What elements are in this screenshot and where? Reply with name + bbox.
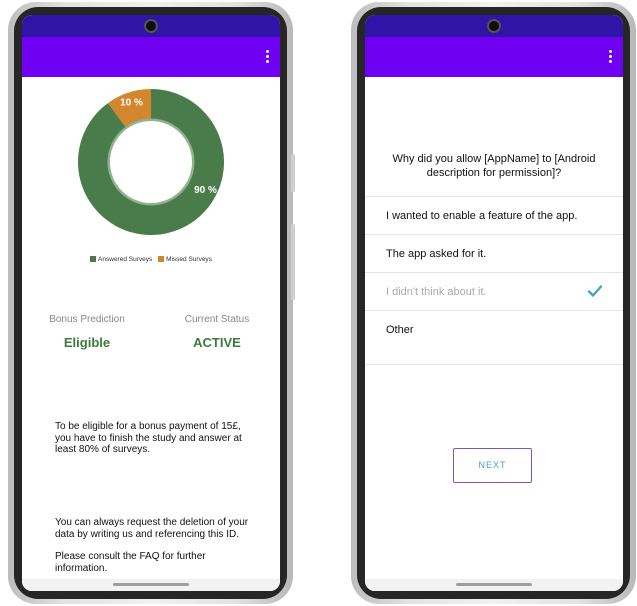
more-vert-icon[interactable] [605,50,615,64]
option-other[interactable]: Other [365,311,623,365]
survey-donut-chart: 90 % 10 % [77,89,224,236]
legend-label-missed: Missed Surveys [166,256,212,263]
dashboard-content: 90 % 10 % Answered Surveys Missed Surveys… [22,77,280,591]
chart-legend: Answered Surveys Missed Surveys [22,256,280,263]
option-app-asked[interactable]: The app asked for it. [365,235,623,273]
donut-label-answered: 90 % [194,185,217,196]
power-button [291,154,295,192]
dashboard-screen: 90 % 10 % Answered Surveys Missed Surveys… [22,15,280,591]
more-vert-icon[interactable] [262,50,272,64]
donut-label-missed: 10 % [120,98,143,109]
donut-hole [110,121,192,203]
deletion-text: You can always request the deletion of y… [55,517,249,540]
faq-text: Please consult the FAQ for further infor… [55,551,206,574]
option-didnt-think[interactable]: I didn't think about it. [365,273,623,311]
front-camera [487,19,501,33]
legend-label-answered: Answered Surveys [98,256,153,263]
bonus-prediction: Bonus Prediction Eligible [32,314,142,350]
phone-frame-right: Why did you allow [AppName] to [Android … [351,2,636,604]
current-status: Current Status ACTIVE [162,314,272,350]
navigation-bar [365,579,623,591]
current-status-value: ACTIVE [193,335,241,350]
eligibility-text: To be eligible for a bonus payment of 15… [55,421,242,455]
home-gesture-handle[interactable] [456,583,532,586]
legend-swatch-answered [90,256,97,262]
survey-question: Why did you allow [AppName] to [Android … [392,153,596,179]
bonus-prediction-label: Bonus Prediction [49,314,125,325]
option-label: Other [386,324,414,336]
survey-content: Why did you allow [AppName] to [Android … [365,77,623,591]
phone-frame-left: 90 % 10 % Answered Surveys Missed Surveys… [8,2,295,604]
check-icon [587,285,603,297]
survey-screen: Why did you allow [AppName] to [Android … [365,15,623,591]
home-gesture-handle[interactable] [113,583,189,586]
app-bar [365,37,623,77]
status-bar [365,15,623,37]
bonus-prediction-value: Eligible [63,335,111,350]
option-enable-feature[interactable]: I wanted to enable a feature of the app. [365,197,623,235]
next-button[interactable]: NEXT [453,448,532,483]
legend-item-answered: Answered Surveys [90,256,152,263]
legend-swatch-missed [158,256,165,262]
option-label: The app asked for it. [386,248,487,260]
front-camera [144,19,158,33]
legend-item-missed: Missed Surveys [158,256,212,263]
option-label: I didn't think about it. [386,286,487,298]
volume-button [291,224,295,300]
current-status-label: Current Status [184,314,250,325]
answer-options: I wanted to enable a feature of the app.… [365,196,623,365]
status-bar [22,15,280,37]
navigation-bar [22,579,280,591]
option-label: I wanted to enable a feature of the app. [386,210,578,222]
app-bar [22,37,280,77]
